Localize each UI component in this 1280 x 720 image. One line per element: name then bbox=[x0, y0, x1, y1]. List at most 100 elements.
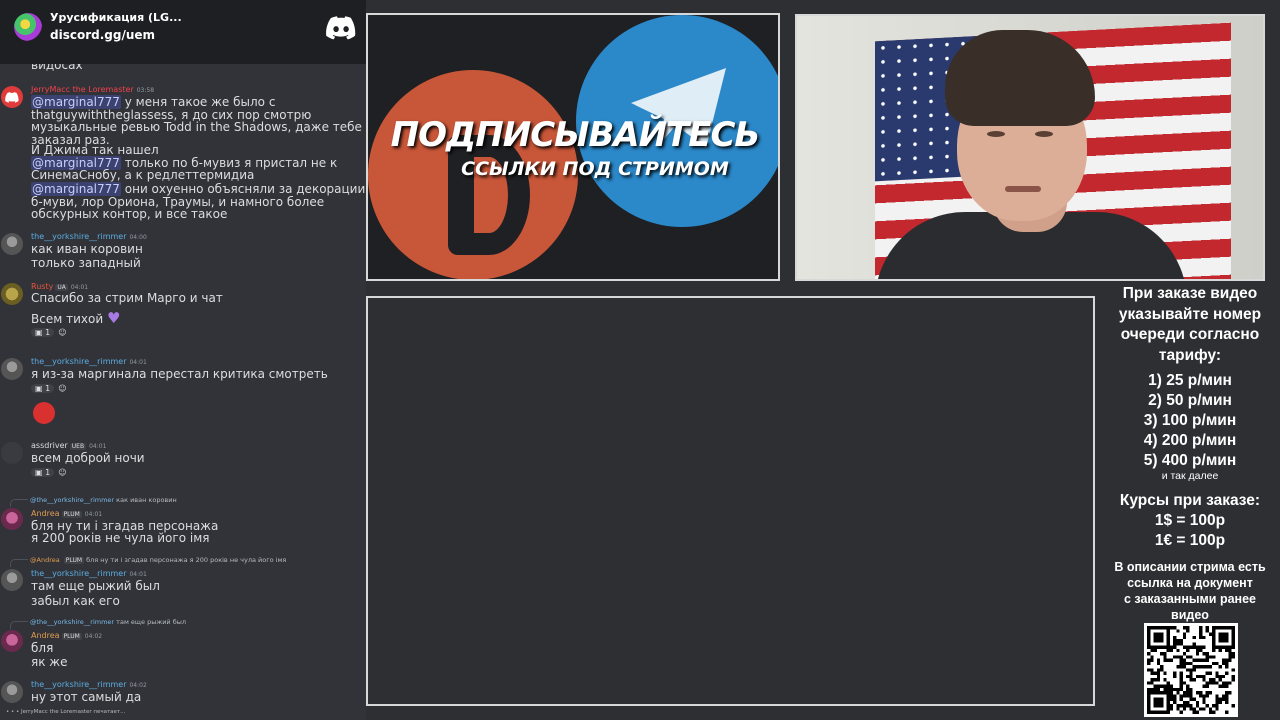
reply-username[interactable]: @the__yorkshire__rimmer bbox=[30, 496, 114, 504]
username-text[interactable]: Andrea bbox=[31, 509, 60, 518]
avatar[interactable] bbox=[1, 86, 23, 108]
user-badge: PLUM bbox=[61, 511, 82, 518]
username[interactable]: JerryMacc the Loremaster 03:58 bbox=[31, 85, 154, 94]
message-line: как иван коровин bbox=[31, 242, 143, 256]
instruction-line: тарифу: bbox=[1158, 346, 1222, 364]
reaction-count: 1 bbox=[45, 384, 51, 393]
timestamp: 04:01 bbox=[89, 443, 107, 450]
username-text[interactable]: assdriver bbox=[31, 441, 68, 450]
reply-username[interactable]: @the__yorkshire__rimmer bbox=[30, 618, 114, 626]
qr-code-icon bbox=[1144, 623, 1238, 717]
username[interactable]: the__yorkshire__rimmer 04:00 bbox=[31, 232, 147, 241]
webcam-feed bbox=[795, 14, 1265, 281]
promo-subtitle: ССЫЛКИ ПОД СТРИМОМ bbox=[461, 158, 729, 180]
reply-preview[interactable]: @the__yorkshire__rimmer там еще рыжий бы… bbox=[30, 618, 186, 626]
reply-connector bbox=[10, 621, 28, 629]
avatar[interactable] bbox=[1, 630, 23, 652]
reaction-bar: ▣ 1 ☺ bbox=[31, 468, 67, 477]
message-line: там еще рыжий был bbox=[31, 579, 160, 593]
user-badge: UA bbox=[55, 284, 68, 291]
message-line: СинемаСнобу, а к редлеттермидиа bbox=[31, 168, 255, 182]
username-text[interactable]: Andrea bbox=[31, 631, 60, 640]
mention[interactable]: @marginal777 bbox=[31, 95, 121, 109]
tariff-item: 1) 25 р/мин bbox=[1148, 372, 1232, 389]
order-info-panel: При заказе видео указывайте номер очеред… bbox=[1100, 282, 1280, 720]
message-line: ну этот самый да bbox=[31, 690, 142, 704]
reaction[interactable]: ▣ 1 bbox=[31, 468, 55, 477]
server-name[interactable]: Урусификация (LG... bbox=[50, 11, 182, 24]
username[interactable]: Andrea PLUM 04:02 bbox=[31, 631, 102, 640]
description-note: В описании стрима есть ссылка на докумен… bbox=[1100, 559, 1280, 623]
message-line: @marginal777 они охуенно объясняли за де… bbox=[31, 182, 366, 196]
rate-item: 1€ = 100р bbox=[1154, 532, 1226, 549]
reply-connector bbox=[10, 559, 28, 567]
message-line: @marginal777 у меня такое же было с bbox=[31, 95, 275, 109]
note-line: с заказанными ранее bbox=[1123, 592, 1256, 606]
avatar[interactable] bbox=[1, 233, 23, 255]
username[interactable]: the__yorkshire__rimmer 04:01 bbox=[31, 569, 147, 578]
purple-heart-icon: ♥ bbox=[106, 309, 121, 327]
server-icon[interactable] bbox=[14, 13, 42, 41]
avatar[interactable] bbox=[1, 358, 23, 380]
username-text[interactable]: the__yorkshire__rimmer bbox=[31, 680, 126, 689]
reply-preview[interactable]: @Andrea PLUM бля ну ти і згадав персонаж… bbox=[30, 556, 286, 564]
message-line: только западный bbox=[31, 256, 141, 270]
reaction-bar: ▣ 1 ☺ bbox=[31, 384, 67, 393]
reaction-emoji-icon: ▣ bbox=[35, 468, 43, 477]
username-text[interactable]: the__yorkshire__rimmer bbox=[31, 357, 126, 366]
username[interactable]: the__yorkshire__rimmer 04:01 bbox=[31, 357, 147, 366]
note-line: видео bbox=[1171, 608, 1209, 622]
message-line: бля bbox=[31, 641, 54, 655]
angry-face-sticker-icon bbox=[33, 402, 55, 424]
discord-logo-icon bbox=[5, 92, 19, 103]
timestamp: 04:02 bbox=[84, 633, 103, 640]
invite-link[interactable]: discord.gg/uem bbox=[50, 28, 155, 42]
message-line: забыл как его bbox=[31, 594, 120, 608]
message-line: Всем тихой ♥ bbox=[31, 309, 121, 327]
reply-badge: PLUM bbox=[63, 557, 85, 564]
reply-username[interactable]: @Andrea bbox=[30, 556, 60, 564]
rates-list: 1$ = 100р 1€ = 100р bbox=[1100, 511, 1280, 551]
reaction-emoji-icon: ▣ bbox=[35, 328, 43, 337]
reaction[interactable]: ▣ 1 bbox=[31, 384, 55, 393]
mention[interactable]: @marginal777 bbox=[31, 182, 121, 196]
username[interactable]: the__yorkshire__rimmer 04:02 bbox=[31, 680, 147, 689]
reply-text: бля ну ти і згадав персонажа я 200 років… bbox=[86, 556, 287, 564]
username-text[interactable]: the__yorkshire__rimmer bbox=[31, 232, 126, 241]
reply-connector bbox=[10, 499, 28, 507]
message-line: як же bbox=[31, 655, 68, 669]
avatar[interactable] bbox=[1, 569, 23, 591]
tariff-list: 1) 25 р/мин 2) 50 р/мин 3) 100 р/мин 4) … bbox=[1100, 371, 1280, 471]
streamer-eye bbox=[987, 131, 1005, 137]
chat-header: Урусификация (LG... discord.gg/uem bbox=[0, 0, 366, 64]
avatar[interactable] bbox=[1, 508, 23, 530]
username-text[interactable]: the__yorkshire__rimmer bbox=[31, 569, 126, 578]
message-text: они охуенно объясняли за декорации в bbox=[124, 182, 366, 196]
reply-preview[interactable]: @the__yorkshire__rimmer как иван коровин bbox=[30, 496, 177, 504]
username-text[interactable]: JerryMacc the Loremaster bbox=[31, 85, 134, 94]
avatar[interactable] bbox=[1, 442, 23, 464]
avatar[interactable] bbox=[1, 681, 23, 703]
username[interactable]: Andrea PLUM 04:01 bbox=[31, 509, 102, 518]
tariff-more: и так далее bbox=[1161, 470, 1219, 482]
username[interactable]: Rusty UA 04:01 bbox=[31, 282, 88, 291]
tariff-item: 5) 400 р/мин bbox=[1143, 452, 1237, 469]
timestamp: 04:02 bbox=[129, 682, 147, 689]
reaction-count: 1 bbox=[45, 468, 51, 477]
note-line: ссылка на документ bbox=[1127, 576, 1253, 590]
username-text[interactable]: Rusty bbox=[31, 282, 53, 291]
user-badge: PLUM bbox=[61, 633, 82, 640]
avatar[interactable] bbox=[1, 283, 23, 305]
timestamp: 04:01 bbox=[129, 571, 147, 578]
add-reaction-icon[interactable]: ☺ bbox=[58, 468, 66, 477]
timestamp: 04:01 bbox=[70, 284, 89, 291]
instruction-line: очереди согласно bbox=[1120, 326, 1260, 343]
add-reaction-icon[interactable]: ☺ bbox=[58, 328, 66, 337]
promo-title: ПОДПИСЫВАЙТЕСЬ bbox=[390, 115, 761, 155]
user-badge: UEB bbox=[69, 443, 87, 450]
reaction[interactable]: ▣ 1 bbox=[31, 328, 55, 337]
reply-text: как иван коровин bbox=[116, 496, 177, 504]
add-reaction-icon[interactable]: ☺ bbox=[58, 384, 66, 393]
username[interactable]: assdriver UEB 04:01 bbox=[31, 441, 106, 450]
streamer-eye bbox=[1035, 131, 1053, 137]
